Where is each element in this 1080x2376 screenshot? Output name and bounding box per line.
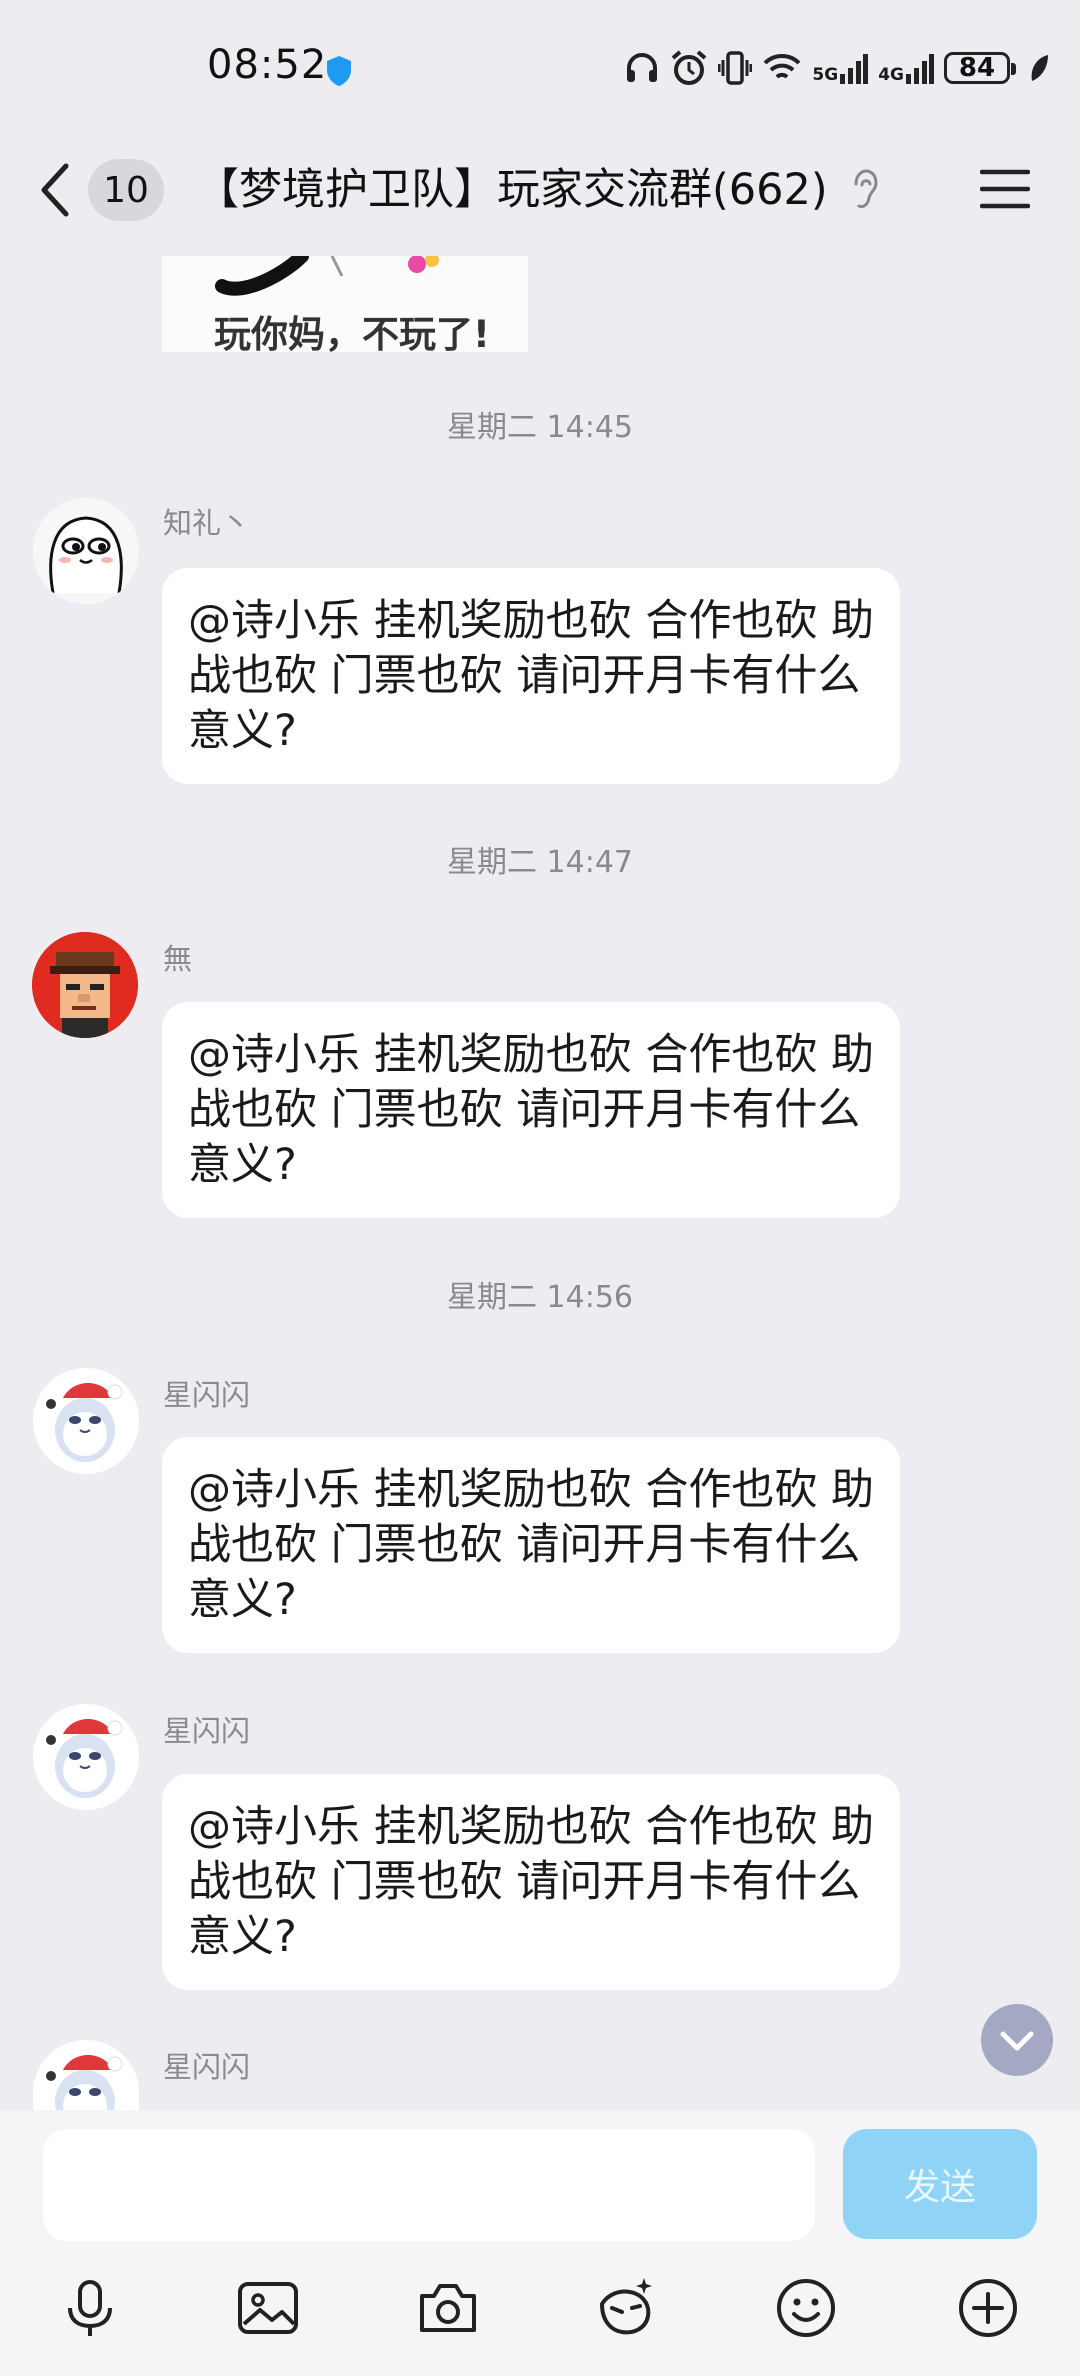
sticker-image[interactable]: 玩你妈，不玩了!	[162, 256, 528, 352]
avatar[interactable]	[33, 1704, 139, 1810]
message-bubble[interactable]: @诗小乐 挂机奖励也砍 合作也砍 助战也砍 门票也砍 请问开月卡有什么意义?	[162, 1437, 900, 1653]
battery-icon: 84	[944, 52, 1016, 84]
network-1-label: 5G	[812, 65, 839, 85]
message-bubble[interactable]: @诗小乐 挂机奖励也砍 合作也砍 助战也砍 门票也砍 请问开月卡有什么意义?	[162, 1002, 900, 1218]
microphone-icon[interactable]	[58, 2276, 122, 2340]
timestamp: 星期二 14:47	[447, 845, 633, 880]
alarm-icon	[672, 50, 707, 85]
sender-name: 星闪闪	[163, 2050, 251, 2084]
group-title[interactable]: 【梦境护卫队】玩家交流群(662)	[196, 160, 828, 220]
status-icons: 5G 4G 84	[624, 46, 1050, 90]
unread-count-badge[interactable]: 10	[88, 159, 164, 221]
avatar-panda-image	[33, 1704, 139, 1810]
chevron-down-icon	[1000, 2031, 1034, 2051]
avatar[interactable]	[33, 498, 139, 604]
battery-level: 84	[958, 53, 996, 83]
network-2-label: 4G	[878, 65, 904, 85]
avatar[interactable]	[33, 1368, 139, 1474]
wifi-icon	[763, 53, 801, 79]
timestamp: 星期二 14:45	[447, 410, 633, 445]
avatar-panda-image	[33, 1368, 139, 1474]
status-time: 08:52	[207, 42, 328, 88]
avatar-pixel-man-image	[32, 932, 138, 1038]
magic-face-icon[interactable]	[594, 2276, 658, 2340]
message-input[interactable]	[43, 2129, 815, 2241]
timestamp: 星期二 14:56	[447, 1280, 633, 1315]
avatar-panda-image	[33, 2040, 139, 2110]
camera-icon[interactable]	[416, 2276, 480, 2340]
back-icon[interactable]	[34, 160, 74, 220]
sender-name: 星闪闪	[163, 1714, 251, 1748]
avatar-ghost-image	[33, 498, 139, 604]
send-button[interactable]: 发送	[843, 2129, 1037, 2239]
shield-icon	[327, 56, 351, 86]
menu-icon[interactable]	[980, 167, 1030, 211]
message-bubble[interactable]: @诗小乐 挂机奖励也砍 合作也砍 助战也砍 门票也砍 请问开月卡有什么意义?	[162, 1774, 900, 1990]
ear-icon[interactable]	[850, 168, 880, 212]
emoji-icon[interactable]	[774, 2276, 838, 2340]
scroll-to-bottom-button[interactable]	[981, 2004, 1053, 2076]
status-bar: 08:52 5G 4G 84	[0, 0, 1080, 135]
sender-name: 無	[163, 942, 193, 976]
leaf-icon	[1031, 55, 1048, 81]
plus-icon[interactable]	[956, 2276, 1020, 2340]
sticker-drawing	[215, 256, 439, 296]
vibrate-icon	[718, 51, 753, 85]
sender-name: 知礼丶	[163, 506, 251, 540]
signal-4g-icon: 4G	[878, 52, 934, 84]
avatar[interactable]	[32, 932, 138, 1038]
signal-5g-icon: 5G	[812, 52, 869, 85]
avatar[interactable]	[33, 2040, 139, 2110]
sticker-caption: 玩你妈，不玩了!	[214, 313, 490, 352]
headphones-icon	[627, 53, 658, 82]
sender-name: 星闪闪	[163, 1378, 251, 1412]
message-bubble[interactable]: @诗小乐 挂机奖励也砍 合作也砍 助战也砍 门票也砍 请问开月卡有什么意义?	[162, 568, 900, 784]
image-icon[interactable]	[236, 2276, 300, 2340]
